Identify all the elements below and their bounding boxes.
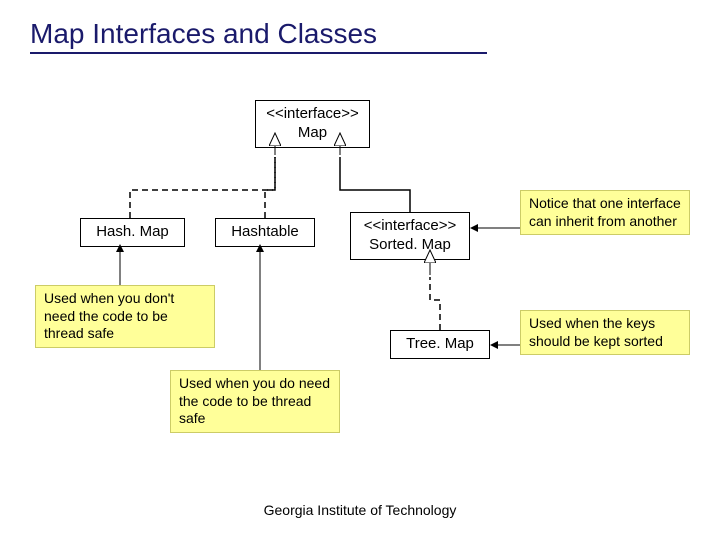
page-title: Map Interfaces and Classes xyxy=(30,18,487,54)
note-hashmap: Used when you don't need the code to be … xyxy=(35,285,215,348)
uml-class-treemap: Tree. Map xyxy=(390,330,490,359)
class-name: Hashtable xyxy=(231,223,299,240)
class-name: Sorted. Map xyxy=(361,236,459,255)
class-name: Map xyxy=(266,124,359,143)
uml-class-hashmap: Hash. Map xyxy=(80,218,185,247)
footer-text: Georgia Institute of Technology xyxy=(0,502,720,518)
stereotype-label: <<interface>> xyxy=(361,217,459,236)
diagram-connectors xyxy=(0,0,720,540)
uml-interface-map: <<interface>> Map xyxy=(255,100,370,148)
note-treemap: Used when the keys should be kept sorted xyxy=(520,310,690,355)
note-interface-inherit: Notice that one interface can inherit fr… xyxy=(520,190,690,235)
class-name: Tree. Map xyxy=(406,335,474,352)
stereotype-label: <<interface>> xyxy=(266,105,359,124)
note-hashtable: Used when you do need the code to be thr… xyxy=(170,370,340,433)
uml-interface-sortedmap: <<interface>> Sorted. Map xyxy=(350,212,470,260)
class-name: Hash. Map xyxy=(96,223,169,240)
uml-class-hashtable: Hashtable xyxy=(215,218,315,247)
